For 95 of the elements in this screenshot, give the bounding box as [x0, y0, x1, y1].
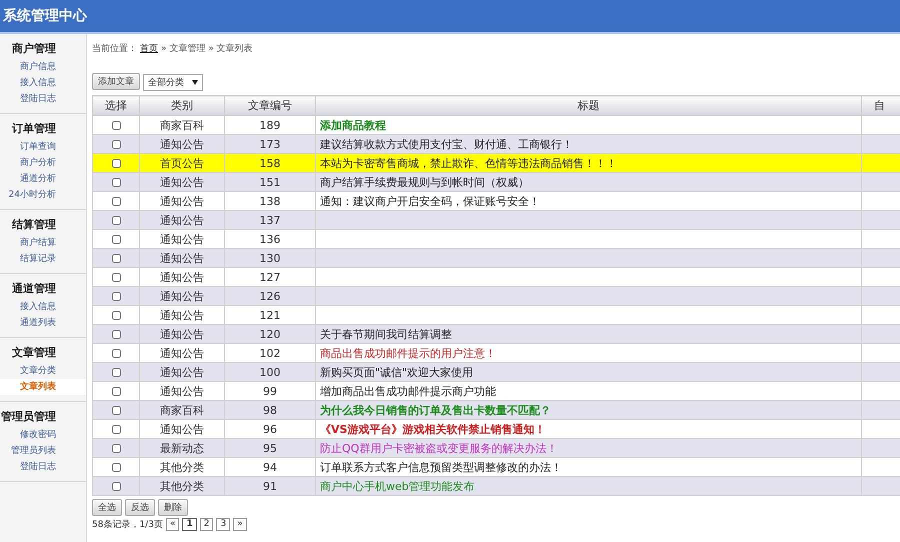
page-link[interactable]: 1 — [182, 518, 197, 531]
row-checkbox[interactable] — [112, 482, 120, 491]
row-checkbox[interactable] — [112, 386, 120, 396]
category-cell: 通知公告 — [140, 324, 224, 344]
category-cell: 首页公告 — [140, 154, 224, 172]
article-title-link[interactable]: 添加商品教程 — [320, 118, 386, 132]
row-checkbox[interactable] — [112, 120, 120, 130]
number-cell: 151 — [224, 172, 316, 192]
article-title-link[interactable]: 通知：建议商户开启安全码，保证账号安全！ — [320, 194, 540, 208]
category-cell: 通知公告 — [140, 210, 224, 230]
nav-link[interactable]: 接入信息 — [0, 299, 86, 315]
number-cell: 120 — [224, 324, 316, 344]
add-article-button[interactable]: 添加文章 — [92, 73, 140, 90]
article-title-link[interactable]: 新购买页面"诚信"欢迎大家使用 — [320, 366, 474, 378]
category-cell: 通知公告 — [140, 172, 224, 192]
nav-link[interactable]: 管理员列表 — [0, 443, 86, 459]
row-checkbox[interactable] — [112, 196, 120, 206]
page-link[interactable]: » — [233, 518, 247, 531]
nav-link[interactable]: 订单查询 — [0, 139, 86, 155]
category-cell: 通知公告 — [140, 248, 224, 268]
nav-link[interactable]: 通道分析 — [0, 171, 86, 187]
nav-group-title: 商户管理 — [11, 41, 57, 56]
nav-link[interactable]: 修改密码 — [0, 427, 86, 443]
nav-link[interactable]: 文章列表 — [0, 379, 86, 395]
article-title-link[interactable]: 增加商品出售成功邮件提示商户功能 — [320, 384, 496, 398]
row-checkbox[interactable] — [112, 178, 120, 187]
nav-group-title: 管理员管理 — [0, 409, 57, 424]
number-cell: 95 — [224, 438, 316, 458]
row-checkbox[interactable] — [112, 330, 120, 339]
column-header: 类别 — [140, 96, 224, 116]
article-title-link[interactable]: 商品出售成功邮件提示的用户注意！ — [320, 346, 496, 360]
article-title-link[interactable]: 商户中心手机web管理功能发布 — [320, 480, 475, 492]
article-title-link[interactable]: 《VS游戏平台》游戏相关软件禁止销售通知！ — [320, 422, 546, 436]
action-button[interactable]: 反选 — [125, 499, 155, 516]
category-cell: 最新动态 — [140, 438, 224, 458]
row-checkbox[interactable] — [112, 310, 120, 320]
category-cell: 通知公告 — [140, 286, 224, 306]
row-checkbox[interactable] — [112, 140, 120, 149]
nav-link[interactable]: 结算记录 — [0, 251, 86, 267]
nav-group-title: 通道管理 — [11, 281, 57, 296]
category-cell: 通知公告 — [140, 134, 224, 154]
page-link[interactable]: 2 — [200, 518, 214, 531]
nav-link[interactable]: 通道列表 — [0, 315, 86, 331]
row-checkbox[interactable] — [112, 292, 120, 301]
number-cell: 137 — [224, 210, 316, 230]
breadcrumb-item: » 文章管理 — [161, 42, 206, 54]
caret-icon — [192, 80, 198, 84]
nav-link[interactable]: 商户信息 — [0, 59, 86, 75]
breadcrumb-link[interactable]: 首页 — [140, 42, 158, 54]
row-checkbox[interactable] — [112, 406, 120, 415]
nav-link[interactable]: 商户分析 — [0, 155, 86, 171]
row-checkbox[interactable] — [112, 462, 120, 472]
article-title-link[interactable]: 关于春节期间我司结算调整 — [320, 328, 452, 340]
breadcrumb-label: 当前位置： — [92, 42, 137, 54]
row-checkbox[interactable] — [112, 424, 120, 434]
action-button[interactable]: 全选 — [92, 499, 122, 516]
nav-link[interactable]: 接入信息 — [0, 75, 86, 91]
action-button[interactable]: 删除 — [158, 499, 188, 516]
number-cell: 100 — [224, 362, 316, 382]
record-summary: 58条记录，1/3页 — [92, 518, 163, 531]
column-header: 文章编号 — [224, 96, 316, 116]
row-checkbox[interactable] — [112, 158, 120, 168]
category-dropdown[interactable]: 全部分类 — [143, 74, 203, 91]
number-cell: 126 — [224, 286, 316, 306]
row-checkbox[interactable] — [112, 368, 120, 377]
nav-group-title: 订单管理 — [10, 121, 57, 136]
breadcrumb-item: » 文章列表 — [208, 42, 253, 54]
row-checkbox[interactable] — [112, 216, 120, 225]
nav-group-title: 文章管理 — [11, 345, 57, 360]
nav-link[interactable]: 登陆日志 — [0, 459, 86, 475]
article-title-link[interactable]: 订单联系方式客户信息预留类型调整修改的办法！ — [320, 460, 562, 474]
nav-link[interactable]: 文章分类 — [0, 363, 86, 379]
row-checkbox[interactable] — [112, 348, 120, 358]
row-checkbox[interactable] — [112, 254, 120, 263]
number-cell: 98 — [224, 400, 316, 420]
number-cell: 173 — [224, 134, 316, 154]
category-cell: 商家百科 — [140, 400, 224, 420]
number-cell: 91 — [224, 476, 316, 496]
nav-link[interactable]: 24小时分析 — [0, 187, 86, 203]
nav-link[interactable]: 登陆日志 — [0, 91, 86, 107]
page-link[interactable]: « — [166, 518, 180, 531]
nav-group-title: 结算管理 — [10, 217, 57, 232]
number-cell: 158 — [224, 154, 316, 172]
app-title: 系统管理中心 — [3, 7, 87, 25]
nav-link[interactable]: 商户结算 — [0, 235, 86, 251]
category-cell: 其他分类 — [140, 476, 224, 496]
column-header: 自 — [862, 96, 900, 116]
category-cell: 通知公告 — [140, 362, 224, 382]
number-cell: 130 — [224, 248, 316, 268]
column-header: 选择 — [92, 96, 140, 116]
column-header: 标题 — [316, 96, 862, 116]
row-checkbox[interactable] — [112, 272, 120, 282]
row-checkbox[interactable] — [112, 234, 120, 244]
page-link[interactable]: 3 — [216, 518, 230, 531]
row-checkbox[interactable] — [112, 444, 120, 453]
